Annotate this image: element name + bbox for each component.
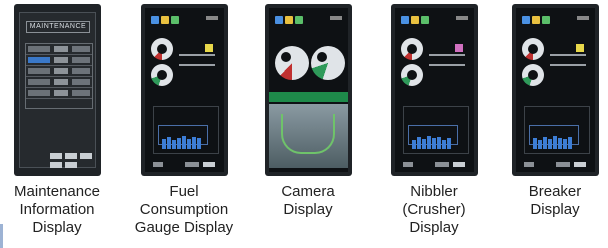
monitor-screen-icon: [151, 16, 159, 24]
camera-display-image: [265, 4, 352, 176]
camera-icon: [171, 16, 179, 24]
accent-bar: [0, 224, 3, 248]
maintenance-table: [25, 43, 93, 109]
table-row: [26, 77, 92, 88]
gauge-icon: [151, 64, 173, 86]
camera-guide-lines: [281, 114, 335, 154]
fuel-indicator: [205, 44, 213, 52]
gauge-icon: [275, 46, 309, 80]
gauge-icon: [285, 16, 293, 24]
table-row: [26, 55, 92, 66]
camera-icon: [295, 16, 303, 24]
gauge-icon: [151, 38, 173, 60]
fuel-consumption-display-image: [141, 4, 228, 176]
monitor-screen-icon: [522, 16, 530, 24]
gauge-icon: [532, 16, 540, 24]
maintenance-screen: MAINTENANCE: [19, 12, 96, 168]
camera-icon: [542, 16, 550, 24]
nibbler-graph: [403, 106, 469, 154]
gauge-icon: [401, 64, 423, 86]
fuel-graph: [153, 106, 219, 154]
monitor-screen-icon: [401, 16, 409, 24]
maintenance-buttons: [50, 153, 94, 169]
camera-status-band: [269, 92, 348, 102]
gauge-icon: [311, 46, 345, 80]
camera-icon: [421, 16, 429, 24]
caption-camera: Camera Display: [281, 183, 335, 218]
caption-breaker: Breaker Display: [528, 183, 582, 218]
table-row: [26, 66, 92, 77]
breaker-graph: [524, 106, 590, 154]
gauge-icon: [411, 16, 419, 24]
gauge-icon: [161, 16, 169, 24]
caption-maintenance: Maintenance Information Display: [14, 183, 100, 236]
table-row: [26, 44, 92, 55]
breaker-display-image: [512, 4, 599, 176]
monitor-screen-icon: [275, 16, 283, 24]
nibbler-display-image: [391, 4, 478, 176]
nibbler-indicator: [455, 44, 463, 52]
maintenance-display-image: MAINTENANCE: [14, 4, 101, 176]
gauge-icon: [522, 38, 544, 60]
gauge-icon: [401, 38, 423, 60]
maintenance-title: MAINTENANCE: [26, 21, 90, 33]
caption-nibbler: Nibbler (Crusher) Display: [402, 183, 466, 236]
caption-fuel: Fuel Consumption Gauge Display: [134, 183, 234, 236]
breaker-indicator: [576, 44, 584, 52]
gauge-icon: [522, 64, 544, 86]
table-row: [26, 88, 92, 99]
